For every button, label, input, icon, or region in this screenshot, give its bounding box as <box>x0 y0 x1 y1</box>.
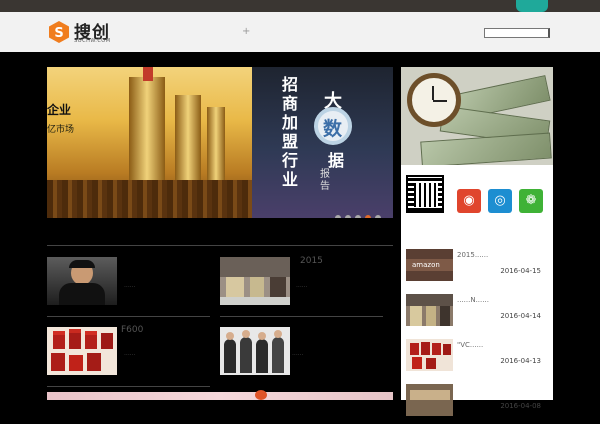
qr-code <box>406 175 444 213</box>
news-divider <box>47 316 210 317</box>
news-thumb-1[interactable] <box>47 257 117 305</box>
section-divider <box>47 245 393 246</box>
news-thumb-2[interactable] <box>220 257 290 305</box>
side-news-list: amazon 2015...... 2016-04-15 ......N....… <box>401 235 553 416</box>
banner-right-image: 招商加盟行业 大 数 据 报告 <box>252 67 393 218</box>
side-news-title: 2015...... <box>457 251 489 259</box>
top-pill-button[interactable] <box>516 0 548 12</box>
side-news-date: 2016-04-15 <box>500 267 541 275</box>
balloon-icon <box>255 390 267 400</box>
banner-small-text: 报告 <box>320 169 330 192</box>
nav-plus[interactable]: + <box>242 26 250 37</box>
side-news-date: 2016-04-08 <box>500 402 541 410</box>
slider-dot[interactable] <box>375 215 381 218</box>
news-ellipsis: ...... <box>124 350 136 357</box>
logo-subtitle: SOCHW.COM <box>74 38 111 44</box>
slider-dot-active[interactable] <box>365 215 371 218</box>
slider-dot[interactable] <box>355 215 361 218</box>
banner-vertical-text: 招商加盟行业 <box>282 75 299 189</box>
side-news-item[interactable]: amazon 2015...... 2016-04-15 <box>401 245 553 289</box>
side-news-item[interactable]: "VC...... 2016-04-13 <box>401 335 553 379</box>
search-input[interactable] <box>484 28 550 38</box>
side-news-thumb <box>406 339 453 371</box>
side-news-thumb <box>406 294 453 326</box>
side-news-date: 2016-04-13 <box>500 357 541 365</box>
side-news-item[interactable]: 2016-04-08 <box>401 380 553 424</box>
social-panel: ◉ ◎ ❁ <box>401 165 553 235</box>
tencent-weibo-icon[interactable]: ◎ <box>488 189 512 213</box>
side-news-thumb: amazon <box>406 249 453 281</box>
news-title[interactable]: F600 <box>121 325 143 335</box>
news-title[interactable]: 2015 <box>300 256 323 266</box>
slider-dots <box>335 206 385 218</box>
hero-banner[interactable]: 企业 亿市场 招商加盟行业 大 数 据 报告 <box>47 67 393 218</box>
bottom-banner[interactable] <box>47 392 393 400</box>
banner-big-char-2: 数 <box>323 118 343 140</box>
banner-big-char-3: 据 <box>328 151 345 170</box>
site-logo[interactable]: S 搜创 SOCHW.COM <box>47 18 111 46</box>
top-strip <box>0 0 600 12</box>
news-ellipsis: ...... <box>296 282 308 289</box>
news-ellipsis: ...... <box>124 282 136 289</box>
magnifier-icon: 数 <box>314 107 352 145</box>
side-news-title: ......N...... <box>457 296 489 304</box>
logo-hex-icon: S <box>49 21 69 43</box>
side-news-item[interactable]: ......N...... 2016-04-14 <box>401 290 553 334</box>
slider-dot[interactable] <box>335 215 341 218</box>
side-news-thumb <box>406 384 453 416</box>
site-header: S 搜创 SOCHW.COM + <box>0 12 600 52</box>
slider-dot[interactable] <box>345 215 351 218</box>
news-ellipsis: ...... <box>292 350 304 357</box>
weibo-icon[interactable]: ◉ <box>457 189 481 213</box>
news-divider <box>220 316 383 317</box>
news-thumb-4[interactable] <box>220 327 290 375</box>
svg-text:S: S <box>54 26 63 41</box>
banner-left-image: 企业 亿市场 <box>47 67 252 218</box>
finance-image[interactable] <box>401 67 553 165</box>
news-thumb-3[interactable] <box>47 327 117 375</box>
clock-icon <box>407 73 461 127</box>
wechat-icon[interactable]: ❁ <box>519 189 543 213</box>
news-divider <box>47 386 210 387</box>
banner-text-line2: 亿市场 <box>47 125 75 135</box>
side-news-title: "VC...... <box>457 341 484 349</box>
banner-text-line1: 企业 <box>47 103 72 117</box>
side-news-date: 2016-04-14 <box>500 312 541 320</box>
